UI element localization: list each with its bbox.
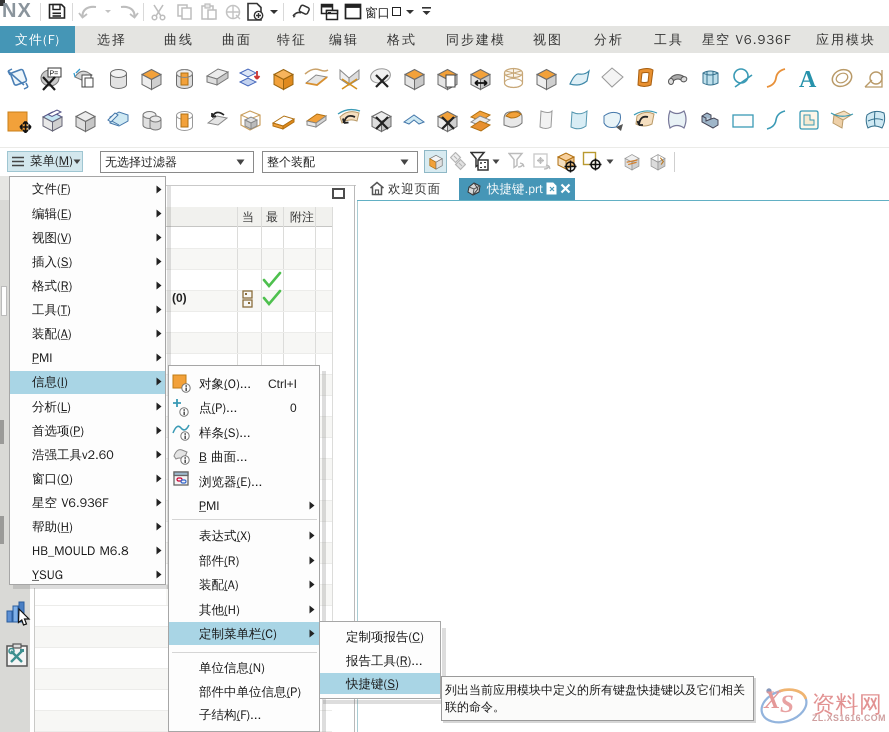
svg-text:A: A	[799, 67, 817, 92]
svg-text:P=: P=	[50, 71, 59, 78]
